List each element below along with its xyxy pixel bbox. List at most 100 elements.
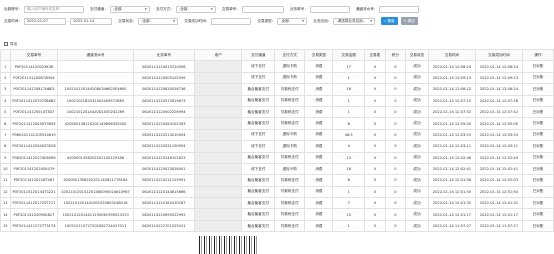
- table-cell: 0620114120002226994: [132, 105, 196, 119]
- table-cell: 18: [332, 162, 365, 176]
- table-cell: 2022-01-14 12:01:58: [427, 174, 476, 187]
- table-row[interactable]: 4 P0F20114120707S86B2 10021021B25315024095…: [0, 94, 554, 107]
- table-cell: 付款码支付: [274, 219, 306, 233]
- filter-select[interactable]: -全部- ▼: [175, 5, 216, 13]
- date-separator: -: [66, 19, 69, 23]
- transaction-table: 交易单号 通道流水号 业务单号 用户 支付通道 支付方式 交易类型 交易金额 交易费 积分 交易状态…: [0, 48, 554, 233]
- table-cell: [194, 151, 243, 164]
- table-cell: 100210115727202062724427011: [57, 219, 134, 233]
- table-cell: [194, 140, 243, 153]
- table-cell: 聚合聚客支付: [241, 151, 276, 164]
- table-cell: 3: [0, 83, 11, 96]
- table-cell: 消费: [304, 185, 334, 199]
- table-row[interactable]: 13 P0F20114120172ST217 1002101201441001920…: [0, 197, 554, 210]
- table-row[interactable]: 1 P0F20114120023K36 0620114120013120096 线下支…: [0, 60, 554, 73]
- filter-input[interactable]: [309, 5, 350, 13]
- table-cell: 2022-01-14 12:07:52: [427, 105, 476, 119]
- table-row[interactable]: 5 P0F20114120014T3D7 10021012014420D103024…: [0, 105, 554, 119]
- table-cell: [194, 60, 243, 73]
- reconcile-status-link[interactable]: 已对账: [521, 105, 554, 119]
- table-cell: [194, 128, 243, 142]
- table-cell: P0620114120274E6089: [9, 151, 59, 164]
- end-date-input[interactable]: 2022-01-14: [70, 17, 113, 25]
- export-button[interactable]: 导出: [4, 42, 17, 47]
- reconcile-status-link[interactable]: 已对账: [521, 94, 554, 107]
- table-cell: 0: [384, 174, 406, 187]
- table-cell: P0F20114120817N8E3: [9, 83, 59, 96]
- table-cell: 0620114120211125991: [132, 174, 196, 187]
- column-header: 支付方式: [274, 48, 306, 62]
- table-cell: 聚合聚客支付: [241, 174, 276, 187]
- table-cell: 成功: [404, 219, 429, 233]
- reconcile-status-link[interactable]: 已对账: [521, 128, 554, 142]
- table-cell: 2: [0, 71, 11, 85]
- table-cell: 聚合聚客支付: [241, 94, 276, 107]
- reconcile-status-link[interactable]: 已对账: [521, 219, 554, 233]
- table-cell: 2022-01-14 12:01:17: [474, 208, 523, 221]
- table-cell: 0: [384, 162, 406, 176]
- table-cell: [194, 83, 243, 96]
- reconcile-status-link[interactable]: 已对账: [521, 185, 554, 199]
- table-cell: 2022-01-14 11:57:27: [427, 219, 476, 233]
- table-cell: 0620114120144815666: [132, 185, 196, 199]
- table-cell: 线下支付: [241, 60, 276, 73]
- table-cell: 成功: [404, 151, 429, 164]
- reconcile-status-link[interactable]: 已对账: [521, 197, 554, 210]
- table-cell: 0620114120182410187: [132, 197, 196, 210]
- table-cell: 8: [332, 117, 365, 130]
- start-date-input[interactable]: 2022-01-07: [23, 17, 66, 25]
- table-cell: 2022-01-14 12:02:03: [474, 174, 523, 187]
- reconcile-status-link[interactable]: 已对账: [521, 71, 554, 85]
- reconcile-status-link[interactable]: 已对账: [521, 140, 554, 153]
- table-row[interactable]: 14 P0F20114120090K827 10021012014411190061…: [0, 208, 554, 221]
- filter-panel: 出款账号： 输入用户编号或名称 支付通道： -全部- ▼ 支付方式： -全部- ▼ 交易单号： 业…: [0, 0, 554, 36]
- trade-type-select[interactable]: -全部- ▼: [277, 17, 308, 25]
- reconcile-status-link[interactable]: 已对账: [521, 162, 554, 176]
- success-time-input[interactable]: [211, 17, 252, 25]
- table-cell: 0: [363, 151, 386, 164]
- table-cell: 2022-01-14 12:01:32: [474, 197, 523, 210]
- table-row[interactable]: 7 P060201141205924619 0620114120213010054 线…: [0, 128, 554, 142]
- table-cell: 2022-01-14 12:02:49: [474, 151, 523, 164]
- filter-input[interactable]: [241, 5, 284, 13]
- table-cell: 消费: [304, 219, 334, 233]
- table-cell: 虚拟卡购: [274, 140, 306, 153]
- table-cell: 0: [363, 94, 386, 107]
- reset-button[interactable]: ✎ 清空: [400, 17, 418, 25]
- table-cell: 消费: [304, 197, 334, 210]
- filter-input[interactable]: 输入用户编号或名称: [23, 5, 84, 13]
- reconcile-status-link[interactable]: 已对账: [521, 174, 554, 187]
- toolbar: 导出: [0, 39, 554, 49]
- filter-select[interactable]: -全部- ▼: [109, 5, 150, 13]
- table-row[interactable]: 6 P0F20114120450Y3839 42000013612020114980…: [0, 117, 554, 130]
- reconcile-status-link[interactable]: 已对账: [521, 117, 554, 130]
- table-row[interactable]: 11 P0F20114120218T467 42000013582022011408…: [0, 174, 554, 187]
- table-row[interactable]: 10 P0F20114120245K079 0620114120023026001 线…: [0, 162, 554, 176]
- search-button[interactable]: ⌕ 搜索: [381, 17, 398, 25]
- column-header: 交易金额: [332, 48, 365, 62]
- table-row[interactable]: 3 P0F20114120817N8E3 10021012014420B034662…: [0, 83, 554, 96]
- table-cell: 7: [0, 128, 11, 142]
- table-cell: 成功: [404, 185, 429, 199]
- trade-status-select[interactable]: -全部- ▼: [138, 17, 179, 25]
- table-cell: 4: [332, 140, 365, 153]
- reconcile-status-link[interactable]: 已对账: [521, 83, 554, 96]
- column-header: 积分: [384, 48, 406, 62]
- table-row[interactable]: 15 P0F20114112727T3174 1002101157272020627…: [0, 219, 554, 233]
- table-row[interactable]: 8 P0F20114120340Z3528 0620114120331100054 线…: [0, 140, 554, 153]
- table-row[interactable]: 12 P0F20114120144T3221 1002101201412014800…: [0, 185, 554, 199]
- table-cell: 0620114120454102393: [132, 117, 196, 130]
- table-row[interactable]: 2 P0F20114120087AH04 0620114120005102599 线下…: [0, 71, 554, 85]
- chevron-down-icon: ▼: [144, 7, 147, 11]
- reconcile-status-link[interactable]: 已对账: [521, 151, 554, 164]
- table-cell: 消费: [304, 174, 334, 187]
- filter-input[interactable]: [379, 5, 420, 13]
- table-row[interactable]: 9 P0620114120274E6089 42000013582022011451…: [0, 151, 554, 164]
- table-cell: 0620114120005102599: [132, 71, 196, 85]
- reconcile-status-link[interactable]: 已对账: [521, 208, 554, 221]
- table-cell: P0F20114120450Y3839: [9, 117, 59, 130]
- biz-app-select[interactable]: -请选择业务应用- ▼: [333, 17, 376, 25]
- reconcile-status-link[interactable]: 已对账: [521, 60, 554, 73]
- table-cell: 12: [0, 185, 11, 199]
- table-cell: 0: [384, 105, 406, 119]
